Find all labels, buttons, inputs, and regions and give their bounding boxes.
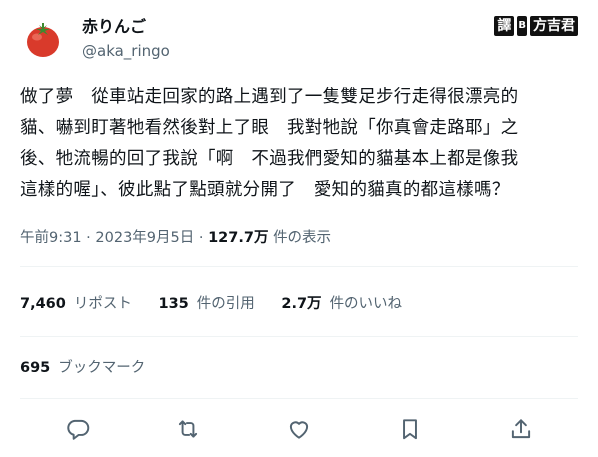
share-icon[interactable]: [508, 416, 534, 442]
likes-count: 2.7万: [281, 296, 322, 312]
tweet-line: 這樣的喔」、彼此點了點頭就分開了 愛知的貓真的都這樣嗎？: [20, 180, 510, 200]
quotes-count: 135: [158, 296, 189, 312]
user-display-name[interactable]: 赤りんご: [82, 16, 146, 38]
meta-separator: ·: [198, 230, 204, 246]
views-label: 件の表示: [273, 230, 332, 246]
bookmark-icon[interactable]: [397, 416, 423, 442]
watermark-part1: 譯: [494, 16, 515, 36]
likes-label: 件のいいね: [329, 296, 403, 312]
user-handle[interactable]: @aka_ringo: [82, 41, 170, 61]
tweet-meta: 午前9:31 · 2023年9月5日 · 127.7万 件の表示: [20, 228, 331, 248]
reposts-label: リポスト: [73, 296, 132, 312]
reposts-stat[interactable]: 7,460 リポスト: [20, 296, 132, 312]
bookmarks-stat[interactable]: 695 ブックマーク: [20, 358, 145, 378]
meta-separator: ·: [86, 230, 91, 246]
reply-icon[interactable]: [65, 416, 91, 442]
action-bar: [20, 412, 578, 446]
tweet-text: 做了夢 從車站走回家的路上遇到了一隻雙足步行走得很漂亮的 貓、嚇到盯著牠看然後對…: [20, 82, 585, 206]
quotes-stat[interactable]: 135 件の引用: [158, 296, 254, 312]
tweet-line: 貓、嚇到盯著牠看然後對上了眼 我對牠說「你真會走路耶」之: [20, 118, 519, 138]
engagement-stats: 7,460 リポスト 135 件の引用 2.7万 件のいいね: [20, 294, 424, 314]
like-icon[interactable]: [286, 416, 312, 442]
tweet-line: 做了夢 從車站走回家的路上遇到了一隻雙足步行走得很漂亮的: [20, 87, 519, 107]
tweet-time[interactable]: 午前9:31: [20, 230, 82, 246]
watermark-part2: B: [517, 16, 527, 36]
likes-stat[interactable]: 2.7万 件のいいね: [281, 296, 402, 312]
tweet-date[interactable]: 2023年9月5日: [95, 230, 194, 246]
translator-watermark: 譯 B 方吉君: [494, 16, 578, 36]
divider: [20, 398, 578, 399]
bookmarks-label: ブックマーク: [58, 360, 146, 376]
reposts-count: 7,460: [20, 296, 66, 312]
tomato-avatar-icon[interactable]: [20, 16, 66, 62]
repost-icon[interactable]: [175, 416, 201, 442]
divider: [20, 336, 578, 337]
tweet-header: 赤りんご @aka_ringo 譯 B 方吉君: [20, 16, 578, 64]
divider: [20, 266, 578, 267]
quotes-label: 件の引用: [196, 296, 255, 312]
bookmarks-count: 695: [20, 360, 51, 376]
views-count: 127.7万: [208, 230, 269, 246]
watermark-part3: 方吉君: [530, 16, 578, 36]
tweet-line: 後、牠流暢的回了我說「啊 不過我們愛知的貓基本上都是像我: [20, 149, 519, 169]
